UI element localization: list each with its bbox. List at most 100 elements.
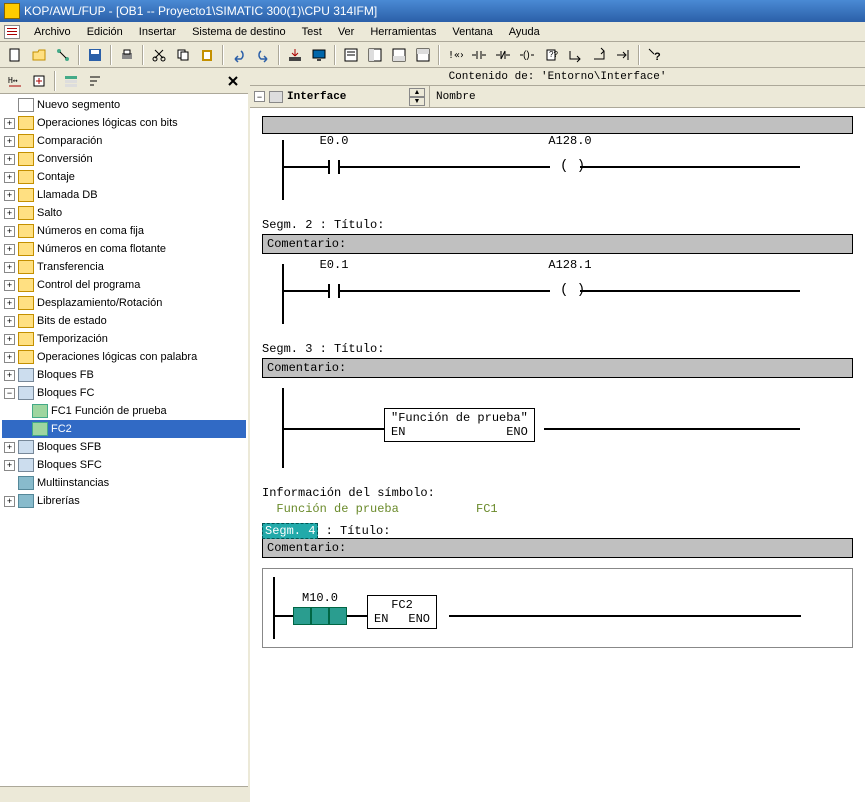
rung-seg2[interactable]: E0.1 A128.1 ( ): [262, 264, 853, 324]
redo-button[interactable]: [252, 44, 274, 66]
tree-item[interactable]: +Bloques SFB: [2, 438, 246, 456]
tree-item[interactable]: +Conversión: [2, 150, 246, 168]
fblock-fc2[interactable]: FC2 EN ENO: [367, 595, 437, 629]
insert-line-button[interactable]: !«»!: [444, 44, 466, 66]
seg4-title-hl[interactable]: Segm. 4: [262, 523, 318, 539]
interface-spinner[interactable]: ▲ ▼: [409, 88, 425, 106]
menu-ayuda[interactable]: Ayuda: [501, 24, 548, 40]
expand-icon[interactable]: +: [4, 172, 15, 183]
branch-close-button[interactable]: [588, 44, 610, 66]
expand-icon[interactable]: +: [4, 280, 15, 291]
expand-icon[interactable]: +: [4, 460, 15, 471]
rung-seg1[interactable]: E0.0 A128.0 ( ): [262, 140, 853, 200]
minus-toggle-icon[interactable]: −: [254, 91, 265, 102]
fblock-button[interactable]: ??: [540, 44, 562, 66]
spin-up-icon[interactable]: ▲: [409, 88, 425, 97]
view1-button[interactable]: [364, 44, 386, 66]
coil-a1280[interactable]: A128.0 ( ): [550, 150, 590, 180]
coil-button[interactable]: (): [516, 44, 538, 66]
interface-selector[interactable]: − Interface ▲ ▼: [250, 86, 430, 107]
tree-item[interactable]: Multiinstancias: [2, 474, 246, 492]
tree-sort-button[interactable]: [84, 70, 106, 92]
tree-item[interactable]: FC2: [2, 420, 246, 438]
rung-seg3[interactable]: "Función de prueba" EN ENO: [262, 388, 853, 468]
network-button[interactable]: [52, 44, 74, 66]
tree-item[interactable]: +Bloques FB: [2, 366, 246, 384]
paste-button[interactable]: [196, 44, 218, 66]
tree-item[interactable]: +Control del programa: [2, 276, 246, 294]
menu-edicion[interactable]: Edición: [79, 24, 131, 40]
tree-item[interactable]: Nuevo segmento: [2, 96, 246, 114]
expand-icon[interactable]: +: [4, 154, 15, 165]
tree-item[interactable]: +Temporización: [2, 330, 246, 348]
tree-item[interactable]: +Operaciones lógicas con palabra: [2, 348, 246, 366]
tree-add-button[interactable]: [28, 70, 50, 92]
rung-seg4[interactable]: M10.0 FC2 EN ENO: [262, 568, 853, 648]
tree-insert-button[interactable]: H↔: [4, 70, 26, 92]
menu-archivo[interactable]: Archivo: [26, 24, 79, 40]
undo-button[interactable]: [228, 44, 250, 66]
expand-icon[interactable]: +: [4, 352, 15, 363]
help-button[interactable]: ?: [644, 44, 666, 66]
expand-icon[interactable]: +: [4, 316, 15, 327]
neg-contact-button[interactable]: [492, 44, 514, 66]
ladder-editor[interactable]: E0.0 A128.0 ( ) Segm. 2 : Título: Coment…: [250, 108, 865, 802]
view3-button[interactable]: [412, 44, 434, 66]
tree-item[interactable]: +Librerías: [2, 492, 246, 510]
menu-ventana[interactable]: Ventana: [444, 24, 500, 40]
contact-e00[interactable]: E0.0: [314, 150, 354, 180]
expand-icon[interactable]: +: [4, 226, 15, 237]
collapse-icon[interactable]: −: [4, 388, 15, 399]
tree-item[interactable]: +Bits de estado: [2, 312, 246, 330]
instruction-tree[interactable]: Nuevo segmento+Operaciones lógicas con b…: [0, 94, 248, 786]
new-button[interactable]: [4, 44, 26, 66]
menu-insertar[interactable]: Insertar: [131, 24, 184, 40]
expand-icon[interactable]: +: [4, 370, 15, 381]
tree-hscroll[interactable]: [0, 786, 248, 802]
tree-item[interactable]: +Salto: [2, 204, 246, 222]
connect-button[interactable]: [612, 44, 634, 66]
expand-icon[interactable]: +: [4, 208, 15, 219]
menu-sistema[interactable]: Sistema de destino: [184, 24, 294, 40]
tree-item[interactable]: +Contaje: [2, 168, 246, 186]
expand-icon[interactable]: +: [4, 496, 15, 507]
expand-icon[interactable]: +: [4, 136, 15, 147]
tree-item[interactable]: +Bloques SFC: [2, 456, 246, 474]
expand-icon[interactable]: +: [4, 118, 15, 129]
tree-item[interactable]: +Números en coma fija: [2, 222, 246, 240]
menu-herramientas[interactable]: Herramientas: [362, 24, 444, 40]
branch-open-button[interactable]: [564, 44, 586, 66]
menu-test[interactable]: Test: [294, 24, 330, 40]
expand-icon[interactable]: +: [4, 190, 15, 201]
tree-item[interactable]: −Bloques FC: [2, 384, 246, 402]
expand-icon[interactable]: +: [4, 334, 15, 345]
save-button[interactable]: [84, 44, 106, 66]
tree-filter-button[interactable]: [60, 70, 82, 92]
expand-icon[interactable]: +: [4, 442, 15, 453]
contact-e01[interactable]: E0.1: [314, 274, 354, 304]
seg3-comment-box[interactable]: Comentario:: [262, 358, 853, 378]
tree-item[interactable]: +Números en coma flotante: [2, 240, 246, 258]
copy-button[interactable]: [172, 44, 194, 66]
prop-button[interactable]: [340, 44, 362, 66]
tree-item[interactable]: +Operaciones lógicas con bits: [2, 114, 246, 132]
seg2-comment-box[interactable]: Comentario:: [262, 234, 853, 254]
expand-icon[interactable]: +: [4, 298, 15, 309]
expand-icon[interactable]: +: [4, 244, 15, 255]
close-pane-button[interactable]: [222, 70, 244, 92]
tree-item[interactable]: +Comparación: [2, 132, 246, 150]
cut-button[interactable]: [148, 44, 170, 66]
fblock-fc1[interactable]: "Función de prueba" EN ENO: [384, 408, 535, 442]
expand-icon[interactable]: +: [4, 262, 15, 273]
print-button[interactable]: [116, 44, 138, 66]
tree-item[interactable]: +Desplazamiento/Rotación: [2, 294, 246, 312]
tree-item[interactable]: FC1 Función de prueba: [2, 402, 246, 420]
download-button[interactable]: [284, 44, 306, 66]
coil-a1281[interactable]: A128.1 ( ): [550, 274, 590, 304]
menu-ver[interactable]: Ver: [330, 24, 363, 40]
tree-item[interactable]: +Llamada DB: [2, 186, 246, 204]
tree-item[interactable]: +Transferencia: [2, 258, 246, 276]
mem-block-m100[interactable]: M10.0: [293, 607, 347, 625]
spin-down-icon[interactable]: ▼: [409, 97, 425, 106]
monitor-button[interactable]: [308, 44, 330, 66]
